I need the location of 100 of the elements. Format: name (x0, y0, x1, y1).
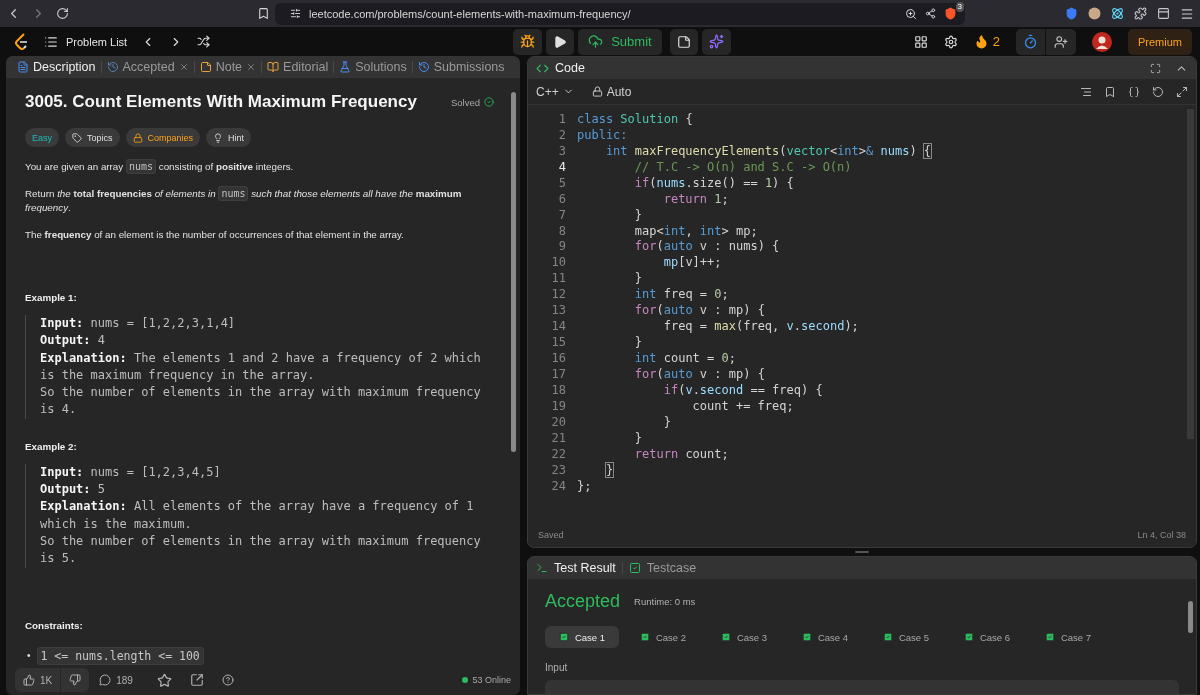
line-number: 12 (550, 287, 566, 302)
sparkles-icon (708, 34, 724, 49)
panel-tab[interactable]: Solutions (334, 60, 412, 74)
case-tab[interactable]: Case 2 (626, 626, 700, 648)
code-line: // T.C -> O(n) and S.C -> O(n) (633, 159, 852, 174)
line-number: 14 (550, 319, 566, 334)
zoom-icon[interactable] (905, 7, 917, 20)
code-line: for(auto v : mp) { (633, 366, 765, 381)
ai-button[interactable] (701, 28, 731, 55)
streak-counter[interactable]: 2 (973, 34, 1000, 49)
check-icon (963, 632, 974, 642)
line-number: 23 (550, 462, 566, 477)
line-number: 13 (550, 303, 566, 318)
code-line: public: (577, 127, 628, 142)
sidebar-icon[interactable] (1157, 7, 1170, 20)
avatar[interactable] (1091, 31, 1112, 52)
panel-tab[interactable]: Submissions (412, 60, 510, 74)
panel-tab[interactable]: Test Result (554, 561, 616, 575)
submit-button[interactable]: Submit (578, 28, 662, 55)
code-line: } (633, 335, 643, 350)
close-icon[interactable] (178, 62, 189, 72)
list-icon[interactable] (44, 34, 58, 49)
panel-tab[interactable]: Editorial (262, 60, 334, 74)
grid-icon[interactable] (913, 34, 928, 49)
case-tab[interactable]: Case 6 (950, 626, 1024, 648)
format-icon[interactable] (1080, 85, 1092, 98)
site-settings-icon[interactable] (290, 8, 301, 19)
atom-icon[interactable] (1111, 7, 1124, 20)
share-icon[interactable] (925, 8, 936, 19)
case-tab[interactable]: Case 1 (545, 626, 619, 648)
expand-icon[interactable] (1176, 85, 1188, 98)
run-button[interactable] (546, 28, 575, 55)
url-text: leetcode.com/problems/count-elements-with-maximum-frequency/ (309, 7, 632, 20)
language-select[interactable]: C++ (536, 84, 574, 99)
logo[interactable] (14, 32, 30, 51)
case-tab[interactable]: Case 7 (1031, 626, 1105, 648)
panel-tab[interactable]: Testcase (646, 561, 697, 575)
play-icon (553, 34, 568, 49)
line-number: 16 (550, 351, 566, 366)
case-tab[interactable]: Case 4 (788, 626, 862, 648)
problem-list-link[interactable]: Problem List (66, 35, 128, 48)
line-number: 5 (557, 175, 566, 190)
bookmark-icon[interactable] (1104, 85, 1116, 98)
extensions-icon[interactable] (1134, 7, 1147, 20)
shield-icon[interactable] (944, 7, 957, 20)
code-line: count += freq; (691, 398, 794, 413)
debug-button[interactable] (513, 28, 543, 55)
star-icon[interactable] (156, 672, 172, 688)
history-icon (106, 61, 119, 73)
menu-icon[interactable] (1180, 6, 1194, 21)
resize-handle[interactable] (855, 551, 869, 553)
topic-tag[interactable]: Companies (125, 128, 201, 147)
topic-tag[interactable]: Easy (25, 128, 59, 147)
line-number: 17 (550, 366, 566, 381)
check-icon (1044, 632, 1055, 642)
document-icon (17, 61, 29, 73)
panel-tab[interactable]: Accepted (101, 60, 194, 74)
thumbs-up-icon (23, 674, 35, 686)
solved-status: Solved (450, 96, 480, 108)
reload-icon[interactable] (56, 7, 69, 20)
example-heading: Example 1: (25, 292, 78, 303)
shield-count: 3 (955, 2, 964, 12)
braces-icon[interactable] (1128, 85, 1140, 98)
extension-icon[interactable] (1088, 7, 1101, 20)
scrollbar-thumb[interactable] (511, 92, 516, 452)
check-icon (801, 632, 812, 642)
case-tab[interactable]: Case 3 (707, 626, 781, 648)
problem-paragraph: You are given an array nums consisting of positive integers. (25, 160, 295, 175)
code-line: freq = max(freq, v.second); (662, 319, 859, 334)
extension-icon[interactable] (1065, 7, 1078, 20)
comments-button[interactable]: 189 (99, 674, 133, 686)
code-line: return 1; (662, 191, 729, 206)
share-icon[interactable] (189, 673, 204, 687)
topic-tag[interactable]: Topics (65, 128, 120, 147)
example-line: Input: nums = [1,2,3,4,5] (40, 463, 222, 481)
bookmark-icon[interactable] (257, 7, 270, 20)
shuffle-icon[interactable] (197, 35, 211, 48)
panel-tab[interactable]: Note (194, 60, 262, 74)
settings-icon[interactable] (943, 34, 958, 49)
close-icon[interactable] (246, 62, 257, 72)
code-line: if(nums.size() == 1) { (633, 175, 794, 190)
code-line: map<int, int> mp; (633, 223, 758, 238)
reset-icon[interactable] (1152, 85, 1164, 98)
line-number: 2 (557, 127, 566, 142)
scrollbar-thumb[interactable] (1188, 601, 1193, 633)
panel-title: Code (555, 61, 585, 75)
book-icon (267, 61, 280, 73)
fullscreen-icon[interactable] (1150, 62, 1161, 74)
example-line: Explanation: The elements 1 and 2 have a frequency of 2 which is the maximum frequency in the array. So the number of elements in the array with maximum frequency is 4. (40, 349, 482, 419)
topic-tag[interactable]: Hint (206, 128, 252, 147)
check-icon (639, 632, 650, 642)
premium-button[interactable]: Premium (1127, 28, 1192, 55)
line-number: 11 (550, 271, 566, 286)
code-line: for(auto v : mp) { (633, 303, 765, 318)
note-button[interactable] (669, 28, 698, 55)
panel-tab[interactable]: Description (12, 60, 101, 74)
help-icon[interactable] (221, 674, 234, 686)
line-number: 3 (557, 143, 566, 158)
bug-icon (520, 34, 536, 49)
case-tab[interactable]: Case 5 (869, 626, 943, 648)
